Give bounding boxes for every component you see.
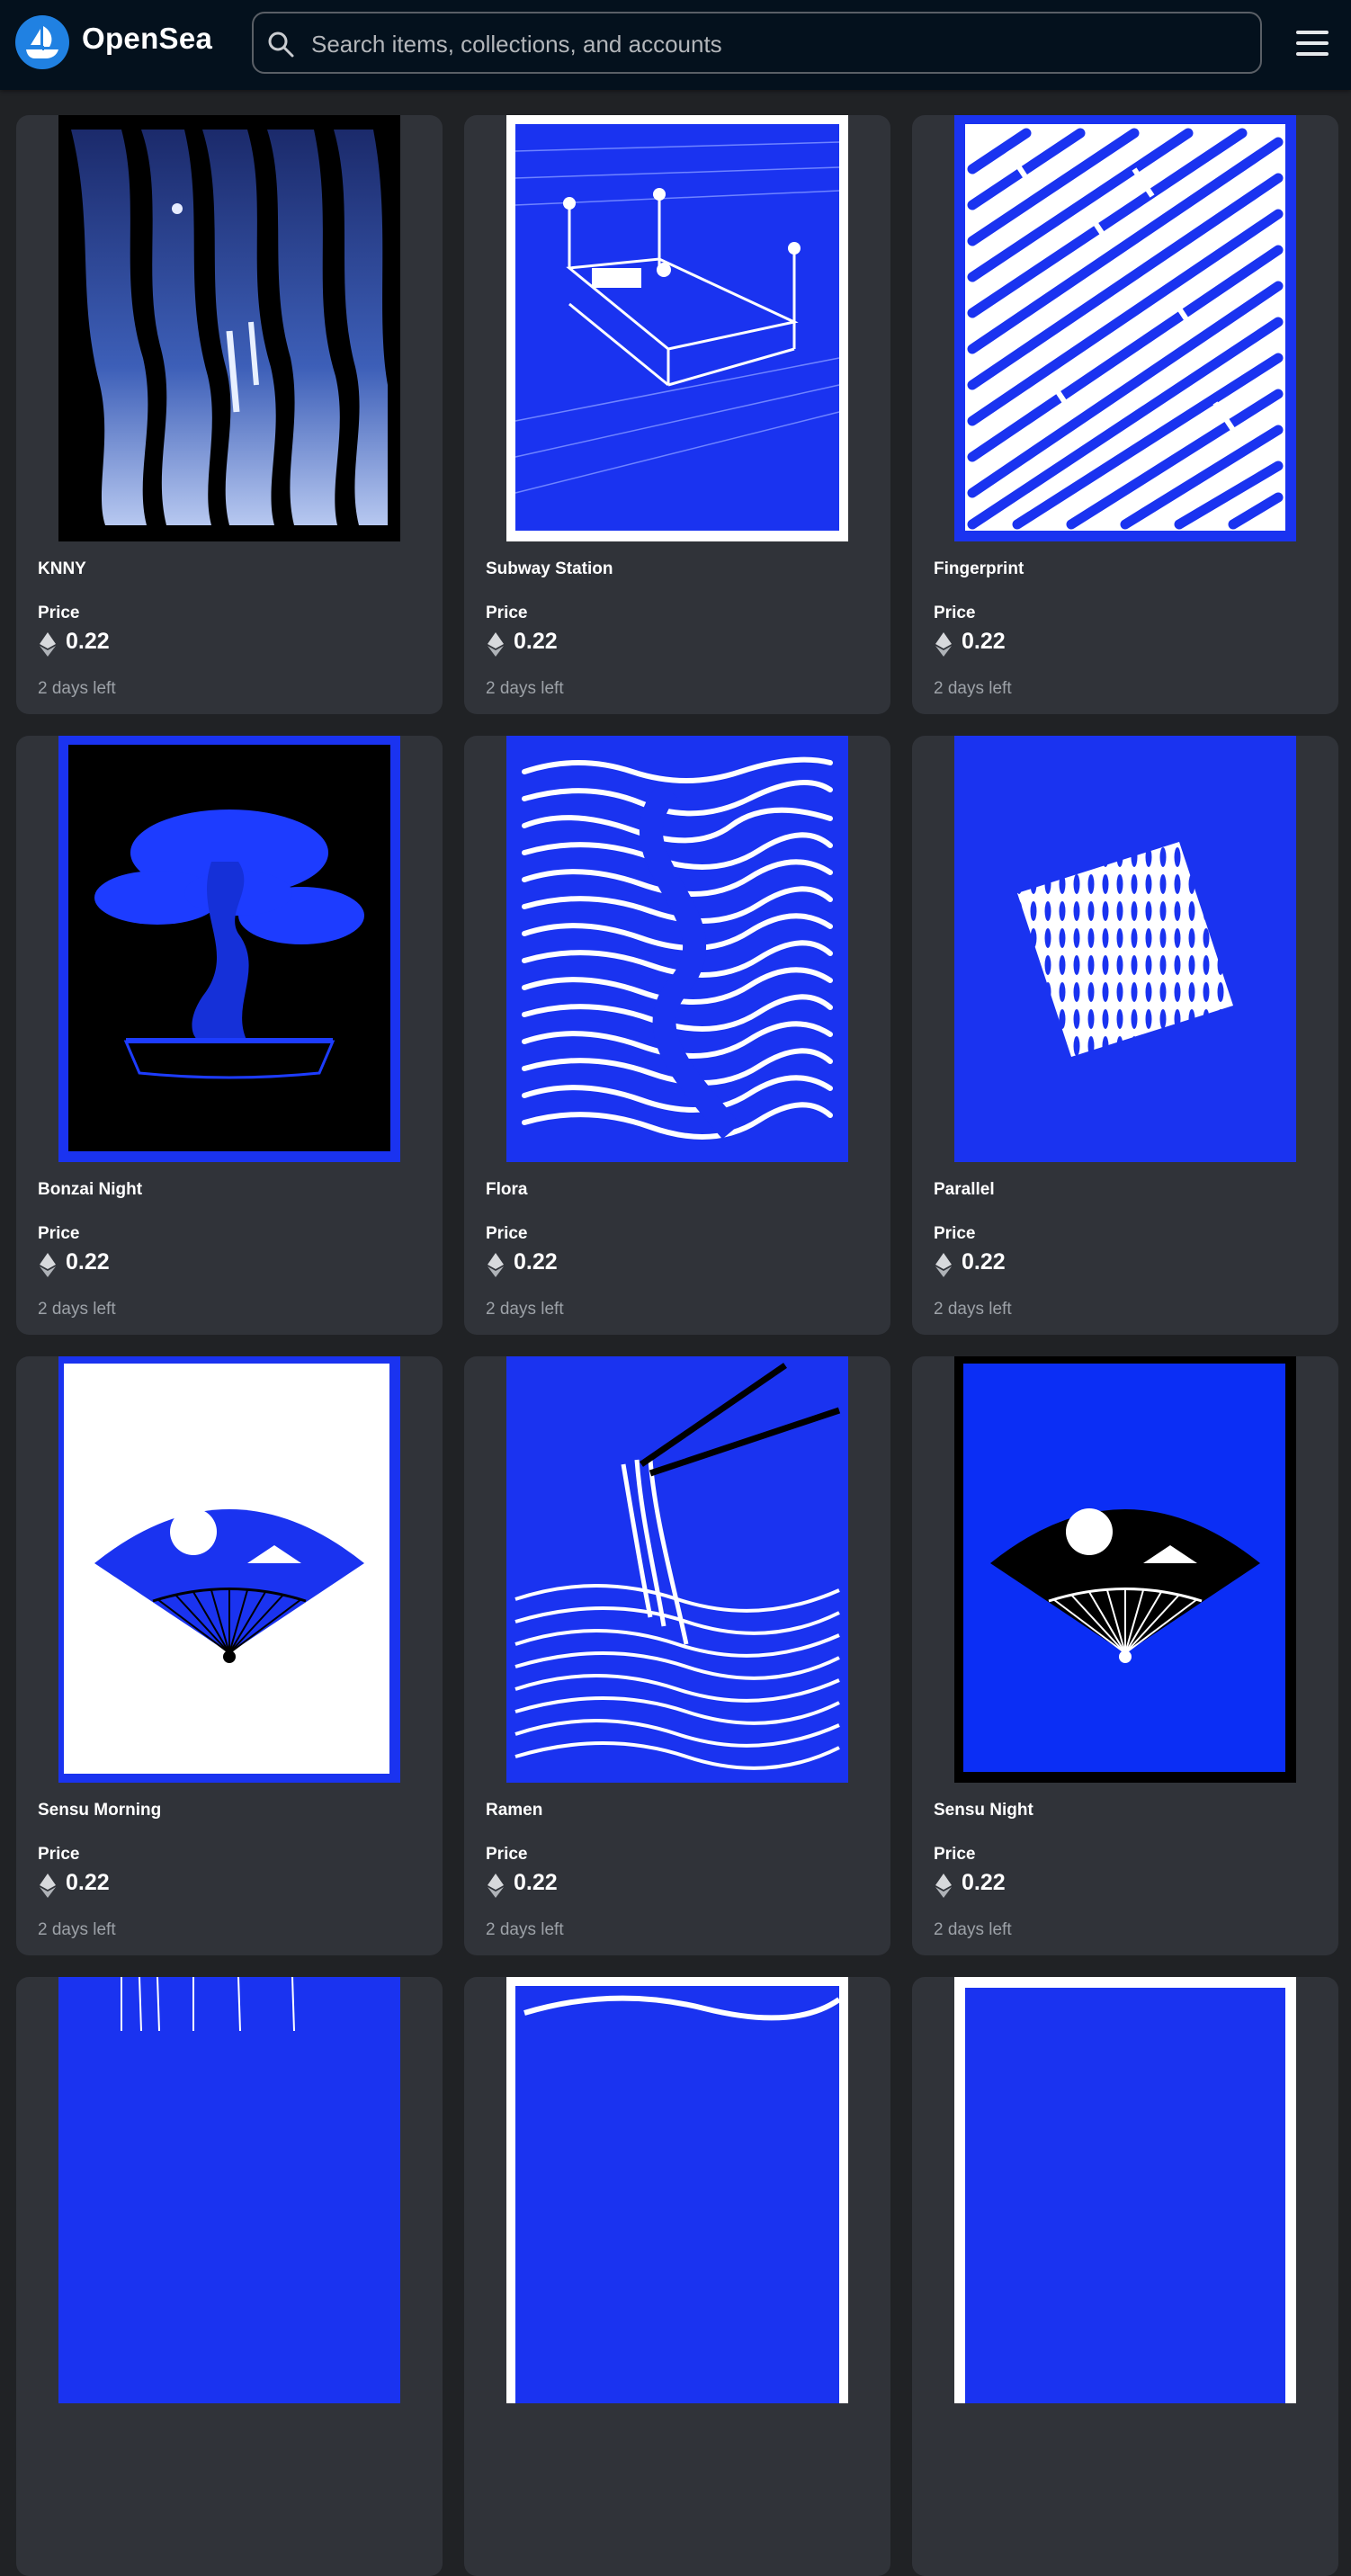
ethereum-icon <box>488 1253 504 1277</box>
time-left: 2 days left <box>486 679 564 698</box>
nft-artwork-image[interactable] <box>58 736 400 1162</box>
nft-artwork-image[interactable] <box>954 1356 1296 1783</box>
price-label: Price <box>934 1845 976 1864</box>
nft-card-bonzai-night[interactable]: Bonzai Night Price 0.22 2 days left <box>16 736 443 1335</box>
nft-card-sensu-morning[interactable]: Sensu Morning Price 0.22 2 days left <box>16 1356 443 1955</box>
price-label: Price <box>486 604 528 622</box>
time-left: 2 days left <box>486 1300 564 1319</box>
nft-card-parallel[interactable]: Parallel Price 0.22 2 days left <box>912 736 1338 1335</box>
nft-card-knny[interactable]: KNNY Price 0.22 2 days left <box>16 115 443 714</box>
brand-name[interactable]: OpenSea <box>82 22 212 56</box>
nft-title[interactable]: Fingerprint <box>934 559 1024 579</box>
nft-artwork-image[interactable] <box>954 1977 1296 2403</box>
price-amount: 0.22 <box>66 1249 110 1275</box>
ethereum-icon <box>488 1874 504 1898</box>
price-amount: 0.22 <box>66 1870 110 1895</box>
nft-card-sensu-night[interactable]: Sensu Night Price 0.22 2 days left <box>912 1356 1338 1955</box>
price-label: Price <box>934 1224 976 1243</box>
ethereum-icon <box>935 1874 952 1898</box>
time-left: 2 days left <box>934 1920 1012 1939</box>
time-left: 2 days left <box>934 1300 1012 1319</box>
time-left: 2 days left <box>38 1300 116 1319</box>
nft-artwork-image[interactable] <box>58 1356 400 1783</box>
nft-card-partial[interactable] <box>464 1977 890 2576</box>
nft-artwork-image[interactable] <box>506 115 848 541</box>
price-amount: 0.22 <box>514 629 558 654</box>
time-left: 2 days left <box>38 679 116 698</box>
nft-artwork-image[interactable] <box>58 1977 400 2403</box>
nft-artwork-image[interactable] <box>506 1356 848 1783</box>
price-amount: 0.22 <box>66 629 110 654</box>
price-amount: 0.22 <box>962 1249 1006 1275</box>
opensea-logo-icon[interactable] <box>15 15 69 69</box>
nft-card-partial[interactable] <box>912 1977 1338 2576</box>
top-navbar: OpenSea <box>0 0 1351 90</box>
hamburger-menu-icon[interactable] <box>1293 25 1332 61</box>
price-label: Price <box>38 1845 80 1864</box>
nft-card-partial[interactable] <box>16 1977 443 2576</box>
ethereum-icon <box>40 1874 56 1898</box>
price-label: Price <box>38 1224 80 1243</box>
price-amount: 0.22 <box>962 629 1006 654</box>
price-label: Price <box>38 604 80 622</box>
nft-artwork-image[interactable] <box>954 736 1296 1162</box>
nft-card-flora[interactable]: Flora Price 0.22 2 days left <box>464 736 890 1335</box>
nft-artwork-image[interactable] <box>58 115 400 541</box>
search-icon <box>268 31 294 58</box>
price-label: Price <box>486 1845 528 1864</box>
nft-title[interactable]: Ramen <box>486 1801 542 1820</box>
price-label: Price <box>486 1224 528 1243</box>
price-label: Price <box>934 604 976 622</box>
nft-card-subway-station[interactable]: Subway Station Price 0.22 2 days left <box>464 115 890 714</box>
search-bar[interactable] <box>252 12 1262 74</box>
nft-title[interactable]: KNNY <box>38 559 86 579</box>
nft-artwork-image[interactable] <box>506 736 848 1162</box>
price-amount: 0.22 <box>514 1870 558 1895</box>
search-input[interactable] <box>309 19 1248 69</box>
time-left: 2 days left <box>934 679 1012 698</box>
time-left: 2 days left <box>486 1920 564 1939</box>
price-amount: 0.22 <box>514 1249 558 1275</box>
nft-title[interactable]: Parallel <box>934 1180 995 1200</box>
time-left: 2 days left <box>38 1920 116 1939</box>
ethereum-icon <box>40 632 56 657</box>
nft-card-fingerprint[interactable]: Fingerprint Price 0.22 2 days left <box>912 115 1338 714</box>
nft-title[interactable]: Bonzai Night <box>38 1180 142 1200</box>
ethereum-icon <box>935 1253 952 1277</box>
nft-artwork-image[interactable] <box>506 1977 848 2403</box>
nft-artwork-image[interactable] <box>954 115 1296 541</box>
nft-title[interactable]: Subway Station <box>486 559 613 579</box>
nft-title[interactable]: Sensu Morning <box>38 1801 161 1820</box>
ethereum-icon <box>40 1253 56 1277</box>
price-amount: 0.22 <box>962 1870 1006 1895</box>
nft-title[interactable]: Sensu Night <box>934 1801 1033 1820</box>
ethereum-icon <box>488 632 504 657</box>
nft-card-ramen[interactable]: Ramen Price 0.22 2 days left <box>464 1356 890 1955</box>
nft-title[interactable]: Flora <box>486 1180 527 1200</box>
ethereum-icon <box>935 632 952 657</box>
